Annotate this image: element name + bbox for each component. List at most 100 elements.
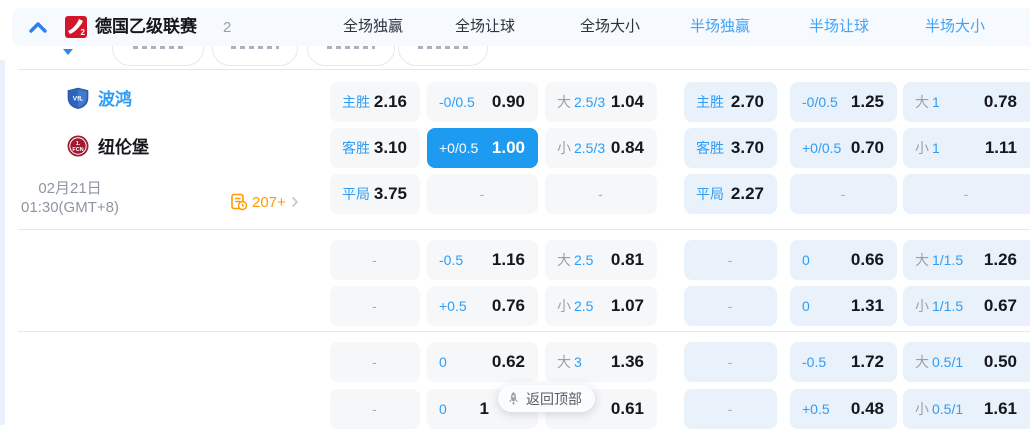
empty-odds-dash: - <box>840 186 846 202</box>
handicap-value: 主胜 <box>696 94 724 110</box>
odds-cell-r5-c1[interactable]: - <box>330 286 420 326</box>
odds-cell-r1-c5[interactable]: -0/0.5 1.25 <box>790 82 897 122</box>
odds-cell-r1-c1[interactable]: 主胜 2.16 <box>330 82 420 122</box>
odds-cell-r5-c6[interactable]: 小 1/1.5 0.67 <box>903 286 1030 326</box>
odds-cell-r1-c3[interactable]: 大 2.5/3 1.04 <box>545 82 657 122</box>
odds-value: 0.76 <box>491 296 525 315</box>
odds-value: 1 <box>479 399 489 418</box>
svg-text:FCN: FCN <box>72 147 83 153</box>
odds-label: 主胜 <box>342 92 370 112</box>
home-team-logo: VfL <box>67 87 89 109</box>
home-team-name[interactable]: 波鸿 <box>98 89 132 111</box>
odds-value: 0.90 <box>491 92 525 111</box>
handicap-value: 0.5/1 <box>932 401 964 417</box>
empty-odds-dash: - <box>598 186 603 202</box>
odds-value: 3.75 <box>373 184 407 203</box>
over-under-prefix: 大 <box>557 94 571 110</box>
handicap-value: 1/1.5 <box>932 298 964 314</box>
empty-odds-dash: - <box>479 186 485 202</box>
odds-cell-r1-c4[interactable]: 主胜 2.70 <box>684 82 777 122</box>
handicap-value: +0.5 <box>439 298 467 314</box>
odds-cell-r6-c3[interactable]: 大 3 1.36 <box>545 342 657 382</box>
empty-odds-dash: - <box>727 354 733 370</box>
odds-cell-r5-c4[interactable]: - <box>684 286 777 326</box>
odds-cell-r3-c5[interactable]: - <box>790 174 897 214</box>
odds-cell-r4-c2[interactable]: -0.5 1.16 <box>427 240 538 280</box>
odds-cell-r5-c5[interactable]: 0 1.31 <box>790 286 897 326</box>
odds-cell-r4-c1[interactable]: - <box>330 240 420 280</box>
odds-cell-r6-c6[interactable]: 大 0.5/1 0.50 <box>903 342 1030 382</box>
odds-label: 大 2.5/3 <box>557 92 605 112</box>
handicap-value: 0 <box>439 354 447 370</box>
odds-cell-r1-c6[interactable]: 大 1 0.78 <box>903 82 1030 122</box>
odds-cell-r2-c5[interactable]: +0/0.5 0.70 <box>790 128 897 168</box>
odds-cell-r7-c1[interactable]: - <box>330 389 420 429</box>
match-time: 01:30(GMT+8) <box>21 199 119 216</box>
odds-cell-r6-c4[interactable]: - <box>684 342 777 382</box>
empty-odds-dash: - <box>727 252 733 268</box>
collapse-chevron-up-icon[interactable] <box>28 20 48 34</box>
odds-cell-r5-c3[interactable]: 小 2.5 1.07 <box>545 286 657 326</box>
odds-cell-r6-c2[interactable]: 0 0.62 <box>427 342 538 382</box>
odds-value: 1.11 <box>984 138 1017 157</box>
market-column-header[interactable]: 半场独赢 <box>690 8 750 46</box>
odds-cell-r3-c1[interactable]: 平局 3.75 <box>330 174 420 214</box>
divider <box>18 331 1030 332</box>
odds-cell-r7-c6[interactable]: 小 0.5/1 1.61 <box>903 389 1030 429</box>
odds-cell-r6-c1[interactable]: - <box>330 342 420 382</box>
handicap-value: 主胜 <box>342 94 370 110</box>
odds-label: 0 <box>439 354 447 370</box>
handicap-value: +0/0.5 <box>802 140 842 156</box>
odds-cell-r7-c4[interactable]: - <box>684 389 777 429</box>
odds-cell-r3-c3[interactable]: - <box>545 174 657 214</box>
handicap-value: 客胜 <box>696 140 724 156</box>
market-column-header[interactable]: 全场独赢 <box>343 8 403 46</box>
odds-cell-r3-c4[interactable]: 平局 2.27 <box>684 174 777 214</box>
clipped-pill-text <box>418 46 468 49</box>
handicap-value: -0.5 <box>802 354 827 370</box>
odds-cell-r6-c5[interactable]: -0.5 1.72 <box>790 342 897 382</box>
more-markets-link[interactable]: 207+ <box>230 192 300 212</box>
over-under-prefix: 大 <box>557 354 571 370</box>
odds-cell-r2-c1[interactable]: 客胜 3.10 <box>330 128 420 168</box>
odds-label: +0/0.5 <box>439 140 478 156</box>
odds-cell-r4-c5[interactable]: 0 0.66 <box>790 240 897 280</box>
markets-list-icon <box>231 193 248 211</box>
back-to-top-button[interactable]: 返回顶部 <box>498 385 595 412</box>
odds-cell-r4-c6[interactable]: 大 1/1.5 1.26 <box>903 240 1030 280</box>
odds-cell-r4-c4[interactable]: - <box>684 240 777 280</box>
odds-label: 平局 <box>696 184 724 204</box>
odds-cell-r3-c2[interactable]: - <box>427 174 538 214</box>
odds-label: 0 <box>439 401 447 417</box>
odds-label: 小 0.5/1 <box>915 399 963 419</box>
odds-cell-r2-c3[interactable]: 小 2.5/3 0.84 <box>545 128 657 168</box>
market-column-header[interactable]: 半场大小 <box>925 8 985 46</box>
odds-cell-r4-c3[interactable]: 大 2.5 0.81 <box>545 240 657 280</box>
clipped-pill-text <box>231 46 279 49</box>
odds-label: +0.5 <box>439 298 467 314</box>
odds-cell-r3-c6[interactable]: - <box>903 174 1030 214</box>
odds-value: 1.25 <box>850 92 884 111</box>
odds-label: -0/0.5 <box>802 94 838 110</box>
odds-value: 0.70 <box>850 138 884 157</box>
odds-value: 0.67 <box>983 296 1017 315</box>
odds-cell-r2-c4[interactable]: 客胜 3.70 <box>684 128 777 168</box>
market-column-header[interactable]: 全场让球 <box>455 8 515 46</box>
over-under-prefix: 大 <box>915 252 929 268</box>
odds-value: 2.16 <box>373 92 407 111</box>
odds-value: 1.16 <box>491 250 525 269</box>
odds-cell-r2-c2[interactable]: +0/0.5 1.00 <box>427 128 538 168</box>
odds-cell-r5-c2[interactable]: +0.5 0.76 <box>427 286 538 326</box>
market-column-header[interactable]: 半场让球 <box>809 8 869 46</box>
odds-label: 客胜 <box>342 138 370 158</box>
market-column-header[interactable]: 全场大小 <box>580 8 640 46</box>
odds-cell-r1-c2[interactable]: -0/0.5 0.90 <box>427 82 538 122</box>
odds-value: 0.84 <box>610 138 644 157</box>
empty-odds-dash: - <box>963 186 969 202</box>
odds-cell-r7-c5[interactable]: +0.5 0.48 <box>790 389 897 429</box>
svg-text:2: 2 <box>81 28 86 37</box>
away-team-name[interactable]: 纽伦堡 <box>98 137 149 159</box>
handicap-value: 客胜 <box>342 140 370 156</box>
odds-cell-r2-c6[interactable]: 小 1 1.11 <box>903 128 1030 168</box>
odds-label: 主胜 <box>696 92 724 112</box>
